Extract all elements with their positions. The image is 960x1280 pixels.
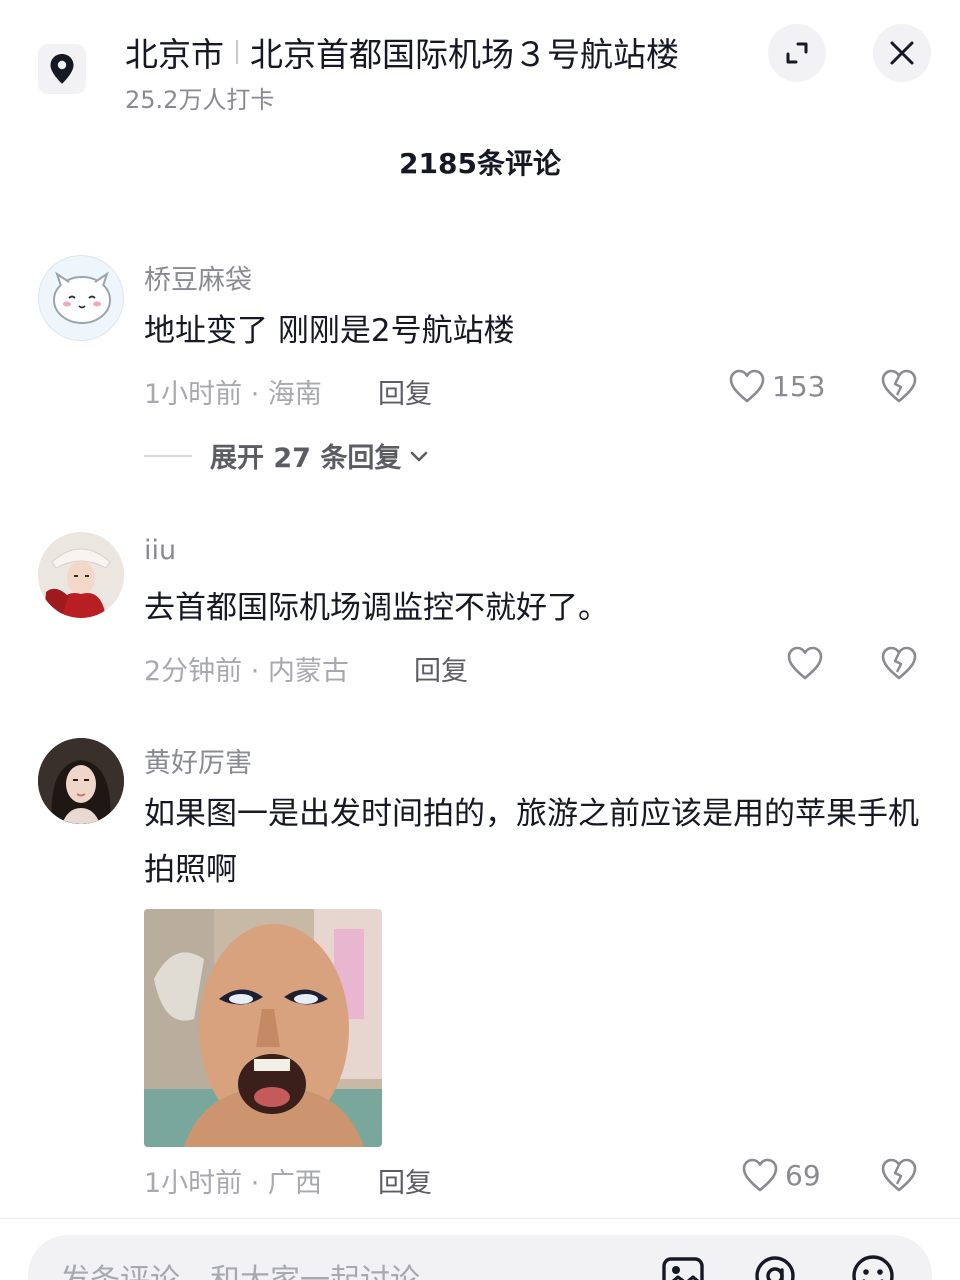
- reply-button[interactable]: 回复: [414, 649, 468, 688]
- heart-icon: [742, 1158, 778, 1192]
- image-icon[interactable]: [660, 1253, 706, 1280]
- comment-username[interactable]: 桥豆麻袋: [144, 258, 252, 297]
- at-icon[interactable]: [752, 1253, 798, 1280]
- emoji-icon[interactable]: [850, 1253, 896, 1280]
- location-header: 北京市 北京首都国际机场３号航站楼 25.2万人打卡: [0, 0, 960, 120]
- broken-heart-icon: [881, 646, 917, 680]
- avatar[interactable]: [38, 255, 124, 341]
- avatar[interactable]: [38, 532, 124, 618]
- like-button[interactable]: 69: [741, 1157, 821, 1193]
- comment-input-bar: 发条评论，和大家一起讨论: [0, 1218, 960, 1280]
- comment-meta: 1小时前 · 海南: [144, 379, 322, 410]
- location-pin-icon: [38, 44, 86, 94]
- close-button[interactable]: [873, 24, 931, 82]
- avatar[interactable]: [38, 738, 124, 824]
- comment-text: 地址变了 刚刚是2号航站楼: [144, 313, 515, 349]
- like-count: 153: [772, 369, 826, 403]
- broken-heart-icon: [881, 369, 917, 403]
- expand-replies-label: 展开 27 条回复: [210, 443, 402, 474]
- broken-heart-icon: [881, 1158, 917, 1192]
- comment-text: 去首都国际机场调监控不就好了。: [144, 590, 609, 626]
- comment-input-placeholder: 发条评论，和大家一起讨论: [60, 1255, 420, 1280]
- dislike-button[interactable]: [880, 645, 918, 685]
- comment-input[interactable]: 发条评论，和大家一起讨论: [28, 1235, 932, 1280]
- heart-icon: [729, 369, 765, 403]
- like-button[interactable]: 153: [728, 368, 825, 404]
- dislike-button[interactable]: [880, 368, 918, 408]
- chevron-down-icon: [411, 451, 428, 461]
- comment-username[interactable]: 黄好厉害: [144, 741, 252, 780]
- close-icon: [890, 41, 914, 65]
- dislike-button[interactable]: [880, 1157, 918, 1197]
- like-count: 69: [785, 1158, 821, 1192]
- comment-count: 2185条评论: [399, 147, 561, 180]
- expand-icon: [786, 42, 808, 64]
- location-title[interactable]: 北京市 北京首都国际机场３号航站楼: [125, 28, 679, 76]
- divider: [144, 454, 192, 457]
- reply-button[interactable]: 回复: [378, 372, 432, 411]
- checkin-count: 25.2万人打卡: [125, 86, 275, 114]
- comment-text: 如果图一是出发时间拍的，旅游之前应该是用的苹果手机拍照啊: [144, 796, 919, 888]
- expand-button[interactable]: [768, 24, 826, 82]
- heart-icon: [787, 646, 823, 680]
- reply-button[interactable]: 回复: [378, 1161, 432, 1200]
- location-city: 北京市: [125, 35, 224, 74]
- expand-replies-button[interactable]: 展开 27 条回复: [144, 436, 431, 475]
- like-button[interactable]: [786, 645, 830, 681]
- location-place: 北京首都国际机场３号航站楼: [250, 35, 679, 74]
- title-divider: [236, 40, 238, 64]
- sticker-image[interactable]: [144, 909, 382, 1147]
- comment-meta: 1小时前 · 广西: [144, 1168, 322, 1199]
- comment-username[interactable]: iiu: [144, 535, 176, 566]
- comment-meta: 2分钟前 · 内蒙古: [144, 656, 349, 687]
